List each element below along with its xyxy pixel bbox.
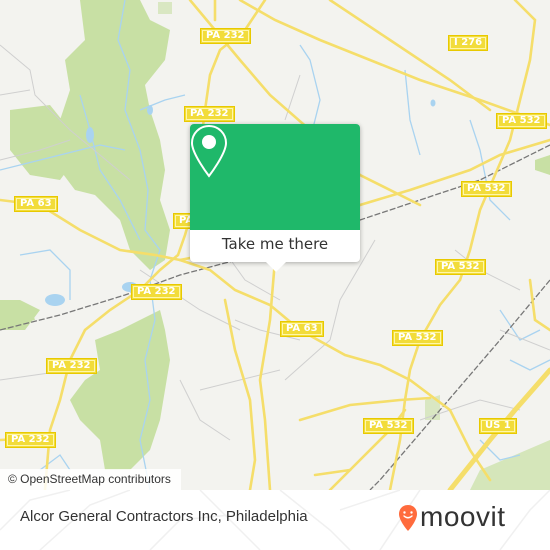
map-pin-icon: [190, 124, 228, 178]
road-label-pa63: PA 63: [14, 196, 58, 212]
map-view[interactable]: PA 232 PA 232 PA 232 PA 232 PA 232 PA 23…: [0, 0, 550, 490]
place-name: Alcor General Contractors Inc, Philadelp…: [20, 508, 308, 525]
road-label-pa232: PA 232: [131, 284, 182, 300]
road-label-pa532: PA 532: [392, 330, 443, 346]
footer: Alcor General Contractors Inc, Philadelp…: [0, 490, 550, 550]
road-label-pa532: PA 532: [435, 259, 486, 275]
road-label-pa232: PA 232: [46, 358, 97, 374]
road-label-pa232: PA 232: [184, 106, 235, 122]
moovit-pin-icon: [399, 505, 417, 531]
moovit-brand-text: moovit: [420, 501, 506, 532]
road-label-i276: I 276: [448, 35, 489, 51]
road-label-pa532: PA 532: [496, 113, 547, 129]
map-attribution[interactable]: © OpenStreetMap contributors: [0, 469, 181, 490]
road-label-pa532: PA 532: [461, 181, 512, 197]
road-label-us1: US 1: [479, 418, 517, 434]
road-label-pa232: PA 232: [200, 28, 251, 44]
take-me-there-button[interactable]: Take me there: [190, 230, 360, 262]
popup-header: [190, 124, 360, 230]
road-label-pa63: PA 63: [280, 321, 324, 337]
popup-pointer: [266, 262, 286, 272]
road-label-pa232: PA 232: [5, 432, 56, 448]
road-label-pa532: PA 532: [363, 418, 414, 434]
location-popup: Take me there: [190, 124, 360, 272]
